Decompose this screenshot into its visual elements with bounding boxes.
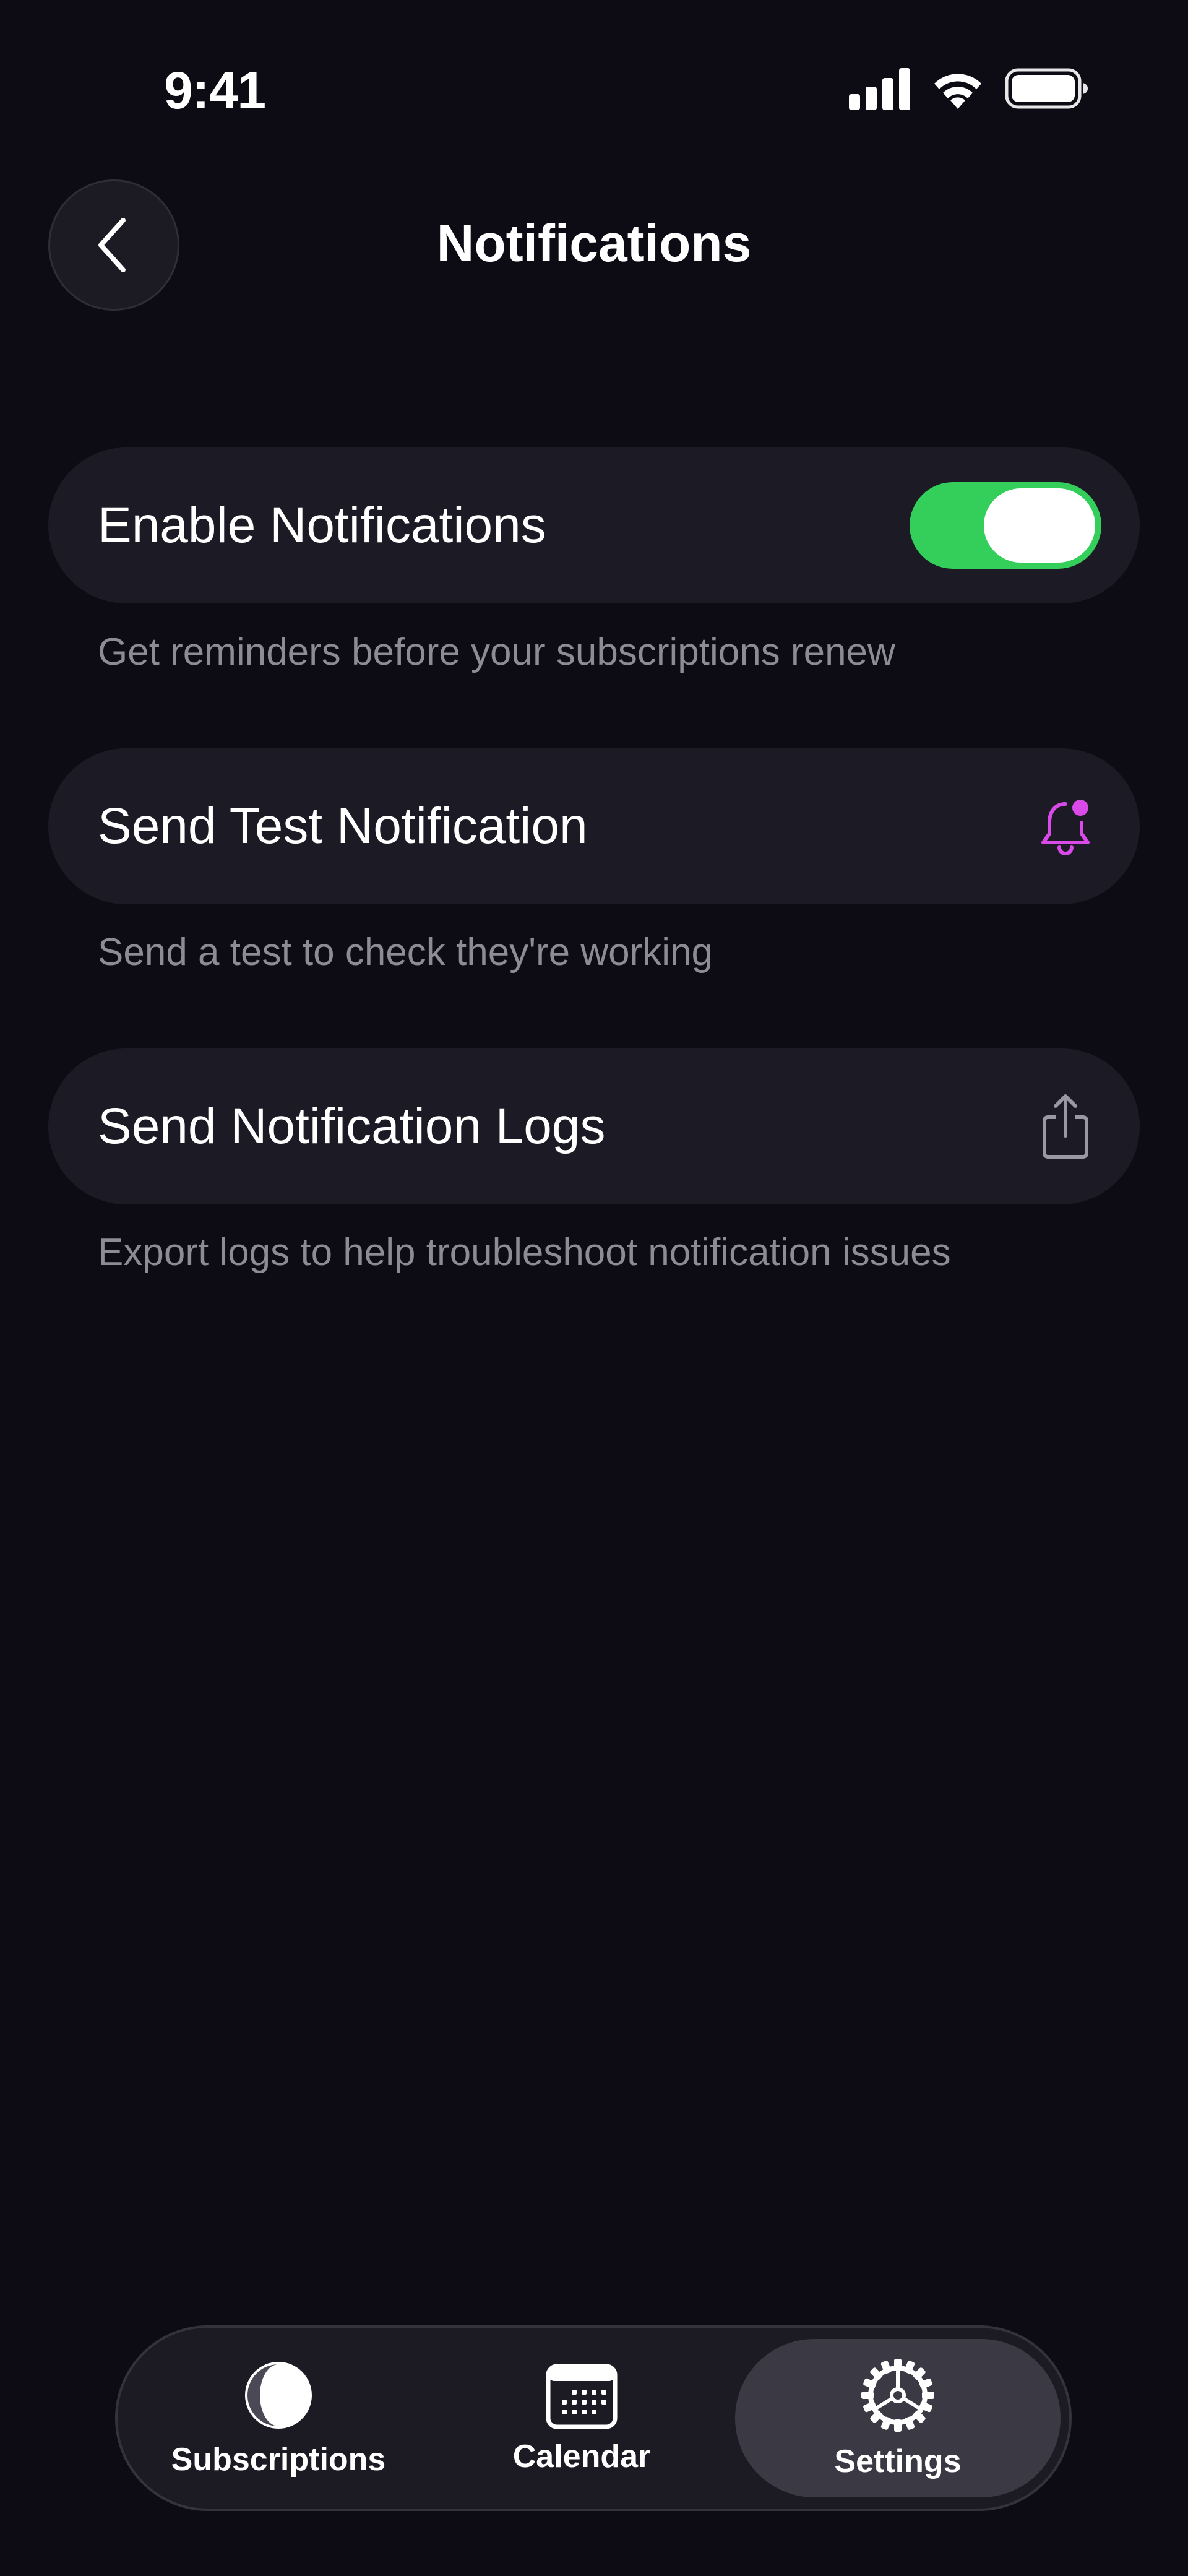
send-test-notification-label: Send Test Notification: [98, 798, 588, 854]
toggle-knob: [984, 488, 1095, 563]
tab-calendar-label: Calendar: [512, 2439, 651, 2474]
half-circle-icon: [245, 2362, 312, 2429]
page-title: Notifications: [436, 214, 752, 272]
tab-subscriptions[interactable]: Subscriptions: [142, 2339, 415, 2497]
share-icon: [1043, 1094, 1088, 1159]
send-notification-logs-caption: Export logs to help troubleshoot notific…: [98, 1231, 951, 1274]
gear-icon: [861, 2359, 934, 2432]
status-time: 9:41: [164, 61, 266, 119]
send-notification-logs-label: Send Notification Logs: [98, 1098, 606, 1154]
tab-settings[interactable]: Settings: [735, 2339, 1061, 2497]
send-test-notification-button[interactable]: Send Test Notification: [48, 748, 1140, 904]
enable-notifications-label: Enable Notifications: [98, 497, 546, 553]
send-notification-logs-button[interactable]: Send Notification Logs: [48, 1048, 1140, 1204]
status-icons: [849, 67, 1089, 110]
battery-icon: [1005, 68, 1088, 109]
wifi-icon: [934, 74, 981, 109]
enable-notifications-toggle[interactable]: [910, 482, 1101, 569]
tab-bar: Subscriptions Calendar Settings: [115, 2325, 1072, 2511]
calendar-icon: [546, 2364, 618, 2429]
tab-calendar[interactable]: Calendar: [458, 2339, 705, 2497]
bell-badge-icon: [1041, 800, 1090, 855]
tab-subscriptions-label: Subscriptions: [171, 2442, 386, 2478]
tab-settings-label: Settings: [834, 2444, 962, 2479]
enable-notifications-row[interactable]: Enable Notifications: [48, 447, 1140, 603]
enable-notifications-caption: Get reminders before your subscriptions …: [98, 631, 895, 673]
cellular-signal-icon: [849, 68, 910, 110]
send-test-notification-caption: Send a test to check they're working: [98, 931, 713, 974]
